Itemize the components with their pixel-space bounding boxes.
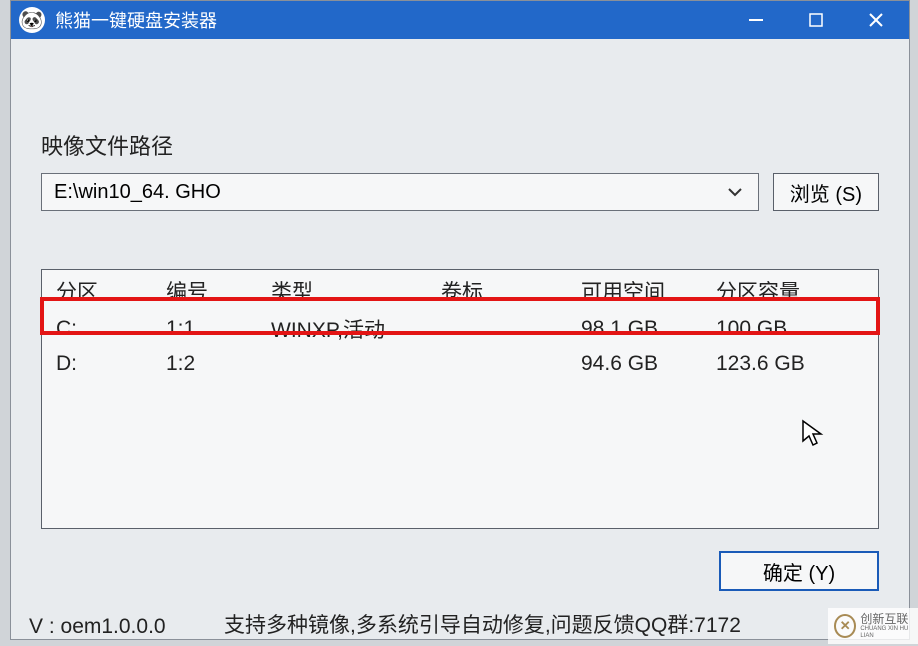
footer-info: 支持多种镜像,多系统引导自动修复,问题反馈QQ群:7172: [224, 609, 741, 639]
app-window: 🐼 熊猫一键硬盘安装器 映像文件路径 E:\win10_64. GHO 浏览 (…: [10, 0, 910, 640]
col-number: 编号: [152, 270, 257, 310]
close-button[interactable]: [861, 5, 891, 35]
col-volume: 卷标: [427, 270, 567, 310]
table-row[interactable]: D: 1:2 94.6 GB 123.6 GB: [42, 348, 878, 380]
titlebar: 🐼 熊猫一键硬盘安装器: [11, 1, 909, 39]
minimize-button[interactable]: [741, 5, 771, 35]
watermark: ✕ 创新互联 CHUANG XIN HU LIAN: [828, 608, 918, 644]
ok-button[interactable]: 确定 (Y): [719, 551, 879, 591]
col-partition: 分区: [42, 270, 152, 310]
window-title: 熊猫一键硬盘安装器: [55, 7, 741, 33]
maximize-button[interactable]: [801, 5, 831, 35]
image-path-combobox[interactable]: E:\win10_64. GHO: [41, 173, 759, 211]
status-bar: V : oem1.0.0.0 支持多种镜像,多系统引导自动修复,问题反馈QQ群:…: [11, 609, 909, 639]
table-row[interactable]: C: 1:1 WINXP,活动 98.1 GB 100 GB: [42, 310, 878, 348]
partition-grid[interactable]: 分区 编号 类型 卷标 可用空间 分区容量 C: 1:1 WINXP,活动 9: [41, 269, 879, 529]
col-type: 类型: [257, 270, 427, 310]
chevron-down-icon[interactable]: [724, 181, 746, 203]
image-path-label: 映像文件路径: [41, 129, 879, 161]
col-free: 可用空间: [567, 270, 702, 310]
col-capacity: 分区容量: [702, 270, 878, 310]
grid-header-row: 分区 编号 类型 卷标 可用空间 分区容量: [42, 270, 878, 310]
image-path-value: E:\win10_64. GHO: [54, 181, 221, 204]
panda-icon: 🐼: [19, 7, 45, 33]
version-text: V : oem1.0.0.0: [29, 615, 224, 639]
browse-button[interactable]: 浏览 (S): [773, 173, 879, 211]
watermark-icon: ✕: [834, 614, 856, 638]
